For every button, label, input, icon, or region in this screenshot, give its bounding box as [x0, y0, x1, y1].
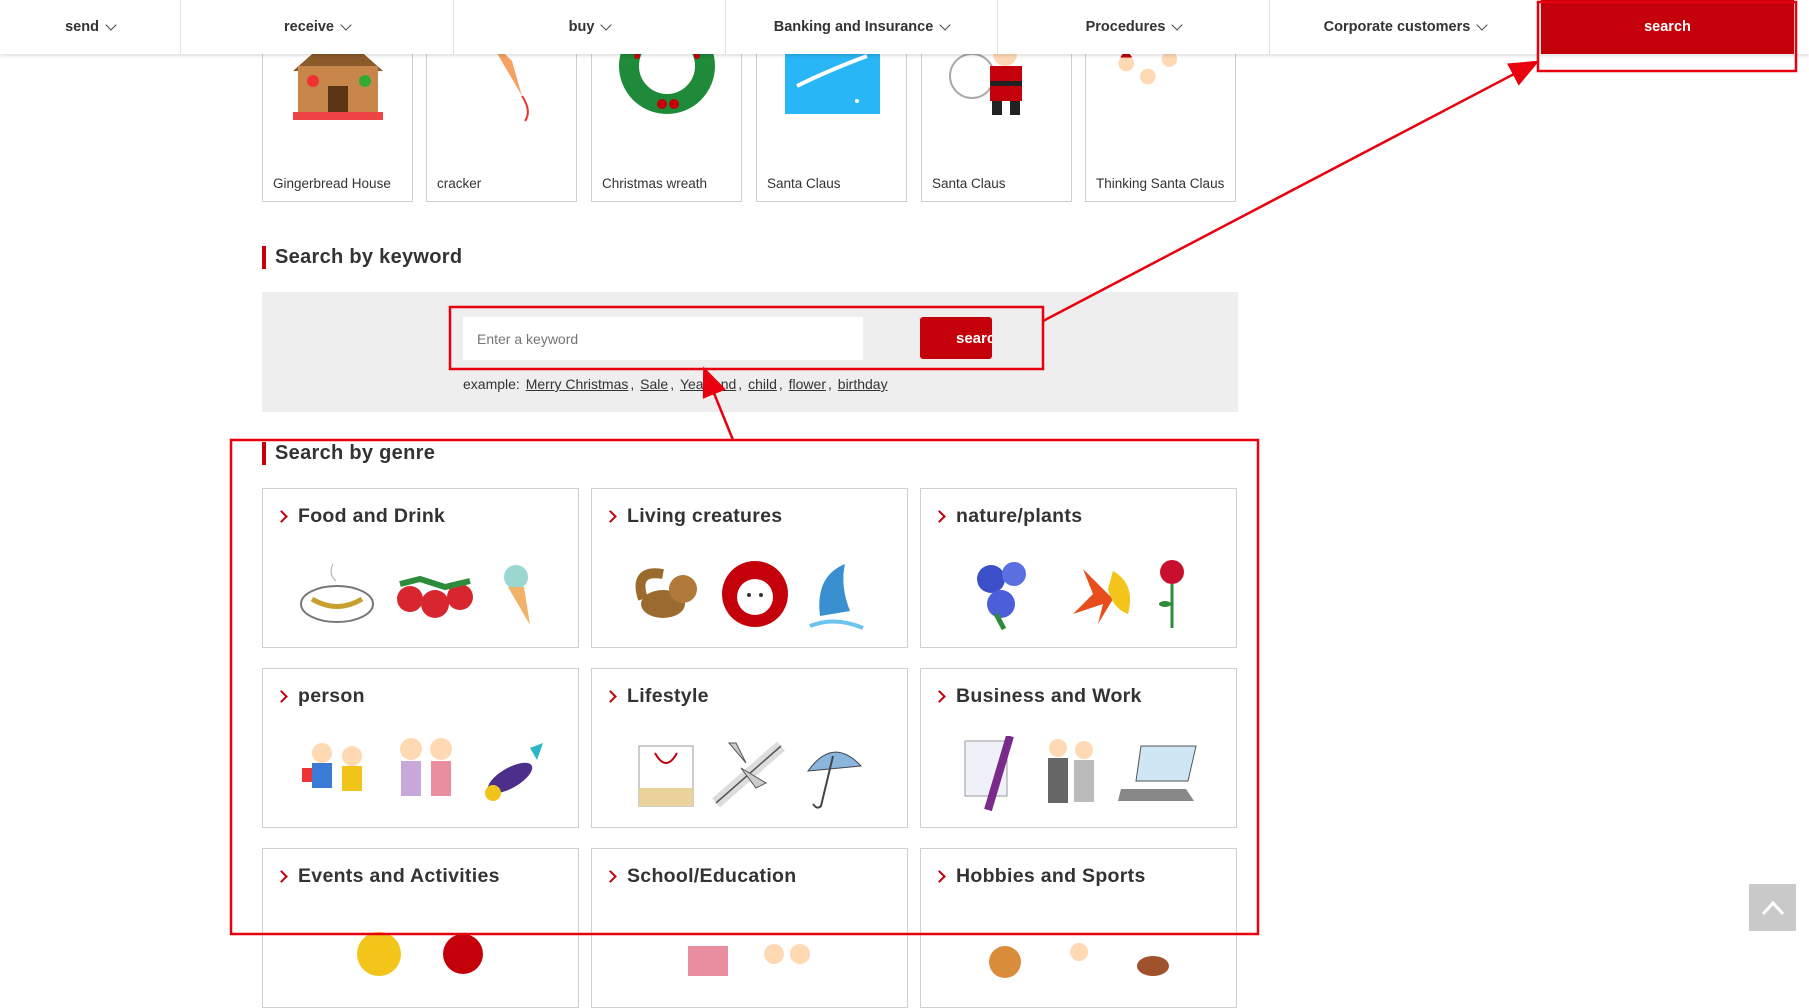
chevron-right-icon [275, 690, 288, 703]
chevron-down-icon [600, 18, 613, 31]
keyword-section-title: Search by keyword [262, 246, 462, 269]
chevron-right-icon [933, 870, 946, 883]
genre-card-events-activities[interactable]: Events and Activities [262, 848, 579, 1008]
genre-card-person[interactable]: person [262, 668, 579, 828]
keyword-input[interactable] [463, 317, 863, 360]
genre-card-business-work[interactable]: Business and Work [920, 668, 1237, 828]
nav-item-corporate[interactable]: Corporate customers [1270, 0, 1541, 54]
chevron-right-icon [604, 510, 617, 523]
example-link[interactable]: Merry Christmas [526, 376, 629, 392]
morning-glory-icon [976, 561, 1026, 630]
umbrella-icon [806, 751, 862, 809]
chevron-right-icon [933, 510, 946, 523]
nav-search-button[interactable]: search [1541, 0, 1794, 54]
strawberries-icon [396, 575, 473, 618]
ball-icon [988, 945, 1021, 978]
ice-cream-icon [503, 564, 530, 625]
example-link[interactable]: Sale [640, 376, 668, 392]
example-link[interactable]: child [748, 376, 777, 392]
genre-card-lifestyle[interactable]: Lifestyle [591, 668, 908, 828]
genre-card-hobbies-sports[interactable]: Hobbies and Sports [920, 848, 1237, 1008]
chevron-right-icon [933, 690, 946, 703]
nav-item-send[interactable]: send [0, 0, 181, 54]
nav-item-banking-insurance[interactable]: Banking and Insurance [726, 0, 998, 54]
dog-emblem-icon [721, 560, 788, 627]
genre-section-title: Search by genre [262, 442, 435, 465]
guitar-icon [1136, 955, 1169, 976]
runner-icon [1069, 942, 1088, 961]
chevron-down-icon [340, 18, 352, 31]
chevron-right-icon [604, 870, 617, 883]
chevron-down-icon [1171, 18, 1184, 31]
chevron-down-icon [1476, 18, 1488, 31]
main-navigation: send receive buy Banking and Insurance P… [0, 0, 1809, 54]
airplane-icon [711, 740, 785, 808]
diver-icon [484, 742, 543, 801]
students-icon [763, 943, 810, 964]
genre-card-nature-plants[interactable]: nature/plants [920, 488, 1237, 648]
nav-item-procedures[interactable]: Procedures [998, 0, 1270, 54]
autumn-leaves-icon [1072, 568, 1130, 624]
chevron-right-icon [275, 510, 288, 523]
squirrel-icon [635, 567, 697, 618]
example-link[interactable]: flower [789, 376, 826, 392]
chevron-down-icon [939, 18, 951, 31]
nav-item-buy[interactable]: buy [454, 0, 726, 54]
keyword-search-button[interactable]: search [920, 317, 992, 359]
nav-item-receive[interactable]: receive [181, 0, 454, 54]
elderly-couple-icon [399, 737, 452, 796]
notebook-icon [687, 945, 728, 976]
chevron-up-icon [1761, 900, 1784, 915]
genre-card-food-drink[interactable]: Food and Drink [262, 488, 579, 648]
chevron-right-icon [604, 690, 617, 703]
business-people-icon [1047, 738, 1094, 803]
example-link[interactable]: birthday [838, 376, 888, 392]
ramen-bowl-icon [299, 563, 374, 623]
rose-icon [1158, 559, 1184, 628]
chevron-right-icon [275, 870, 288, 883]
chevron-down-icon [105, 18, 117, 31]
genre-card-living-creatures[interactable]: Living creatures [591, 488, 908, 648]
laptop-icon [1117, 745, 1197, 801]
gift-box-icon [638, 745, 693, 806]
ribbon-icon [442, 933, 483, 974]
genre-card-school-education[interactable]: School/Education [591, 848, 908, 1008]
schoolchildren-icon [301, 742, 362, 791]
keyword-examples: example: Merry Christmas, Sale, Year-end… [463, 376, 888, 392]
back-to-top-button[interactable] [1749, 884, 1796, 931]
example-link[interactable]: Year-end [680, 376, 736, 392]
festival-icon [356, 931, 401, 976]
shirt-tie-icon [964, 735, 1014, 811]
dolphin-icon [808, 563, 864, 630]
